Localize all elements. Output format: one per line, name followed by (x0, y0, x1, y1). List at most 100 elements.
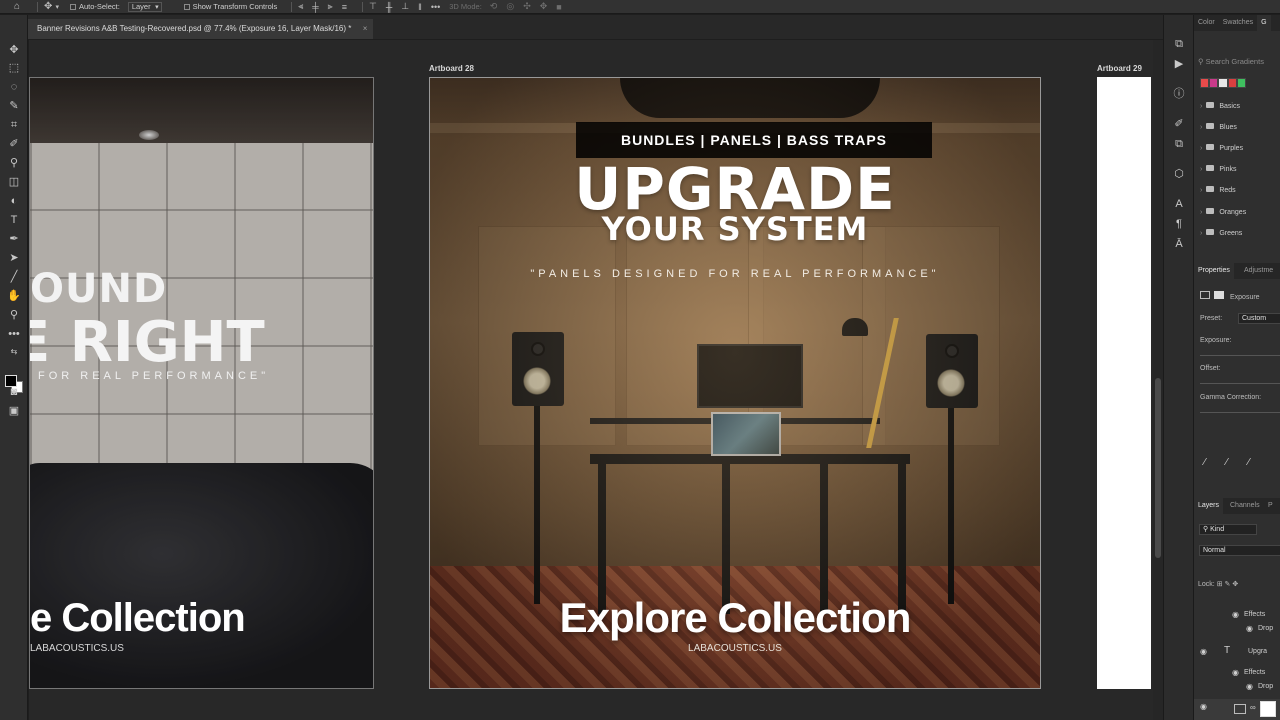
auto-select-checkbox[interactable]: Auto-Select: (69, 2, 120, 11)
artboard-28[interactable]: BUNDLES | PANELS | BASS TRAPS UPGRADE YO… (429, 77, 1041, 689)
quick-select-tool-icon[interactable]: ✎ (7, 99, 21, 113)
gamma-slider[interactable] (1200, 412, 1280, 413)
visibility-eye-icon[interactable]: ◉ (1246, 682, 1253, 691)
mask-icon[interactable] (1214, 291, 1224, 299)
3d-camera-icon[interactable]: ■ (556, 2, 561, 12)
gradient-swatch[interactable] (1236, 78, 1247, 88)
3d-orbit-icon[interactable]: ⟲ (490, 1, 498, 12)
foreground-color-swatch[interactable] (5, 375, 17, 387)
visibility-eye-icon[interactable]: ◉ (1200, 647, 1207, 656)
close-tab-icon[interactable]: × (363, 19, 368, 39)
gradient-folder-pinks[interactable]: › Pinks (1200, 165, 1236, 177)
auto-select-target-dropdown[interactable]: Layer (127, 1, 162, 12)
layer-filter-kind-dropdown[interactable]: ⚲ Kind (1199, 524, 1257, 535)
tab-color[interactable]: Color (1194, 15, 1219, 31)
gradient-swatch[interactable] (1227, 78, 1237, 88)
marquee-tool-icon[interactable]: ⬚ (7, 61, 21, 75)
gradient-swatch[interactable] (1200, 78, 1210, 88)
tab-adjustments[interactable]: Adjustme (1240, 263, 1277, 279)
zoom-tool-icon[interactable]: ⚲ (7, 308, 21, 322)
character-icon[interactable]: A (1172, 197, 1186, 211)
stamp-tool-icon[interactable]: ⚲ (7, 156, 21, 170)
brush-settings-icon[interactable]: ✐ (1172, 117, 1186, 131)
layer-effect-drop-shadow-row[interactable]: ◉ Drop (1194, 679, 1280, 697)
layer-mask-thumbnail[interactable] (1260, 701, 1276, 717)
actions-play-icon[interactable]: ▶ (1172, 57, 1186, 71)
swap-colors-icon[interactable]: ⇆ (7, 345, 21, 359)
gradient-swatch[interactable] (1218, 78, 1228, 88)
artboard-29[interactable] (1097, 77, 1151, 689)
chain-link-icon[interactable]: ∞ (1250, 703, 1256, 712)
line-tool-icon[interactable]: ╱ (7, 270, 21, 284)
3d-slide-icon[interactable]: ✥ (540, 1, 548, 12)
gradient-folder-purples[interactable]: › Purples (1200, 144, 1243, 156)
align-top-icon[interactable]: ⊤ (369, 1, 377, 12)
path-select-tool-icon[interactable]: ➤ (7, 251, 21, 265)
align-right-icon[interactable]: ⫸ (328, 1, 333, 12)
tab-paths[interactable]: P (1264, 498, 1277, 514)
home-icon[interactable]: ⌂ (14, 1, 23, 12)
hand-tool-icon[interactable]: ✋ (7, 289, 21, 303)
gradient-folder-blues[interactable]: › Blues (1200, 123, 1237, 135)
visibility-eye-icon[interactable]: ◉ (1232, 610, 1239, 619)
document-tab[interactable]: Banner Revisions A&B Testing-Recovered.p… (28, 19, 374, 39)
preset-dropdown[interactable]: Custom (1238, 313, 1280, 324)
move-tool-icon[interactable]: ✥ ▾ (44, 1, 62, 12)
dodge-tool-icon[interactable]: ◐ (7, 194, 21, 208)
align-bottom-icon[interactable]: ⊥ (401, 1, 409, 12)
type-tool-icon[interactable]: T (7, 213, 21, 227)
gray-point-eyedropper-icon[interactable]: ⁄ (1226, 457, 1228, 468)
gradient-swatch[interactable] (1209, 78, 1219, 88)
artboard-27[interactable]: OUND E RIGHT FOR REAL PERFORMANCE" e Col… (29, 77, 374, 689)
lock-paint-icon[interactable]: ✎ (1225, 581, 1231, 588)
distribute-vertical-icon[interactable]: ‖ (418, 2, 422, 12)
tab-swatches[interactable]: Swatches (1219, 15, 1257, 31)
tab-channels[interactable]: Channels (1226, 498, 1264, 514)
more-tools-icon[interactable]: ••• (7, 327, 21, 341)
artboard-29-label[interactable]: Artboard 29 (1097, 64, 1142, 73)
lock-pixels-icon[interactable]: ⊞ (1217, 581, 1223, 588)
quick-mask-icon[interactable]: ◙ (7, 385, 21, 399)
pen-tool-icon[interactable]: ✒ (7, 232, 21, 246)
canvas-vertical-scrollbar[interactable] (1153, 40, 1163, 720)
blend-mode-dropdown[interactable]: Normal (1199, 545, 1280, 556)
layer-effect-drop-shadow-row[interactable]: ◉ Drop (1194, 621, 1280, 639)
screen-mode-icon[interactable]: ▣ (7, 404, 21, 418)
layer-text-upgrade-row[interactable]: ◉ T Upgra (1194, 644, 1280, 662)
artboard-28-label[interactable]: Artboard 28 (429, 64, 474, 73)
lasso-tool-icon[interactable]: ◌ (7, 80, 21, 94)
crop-tool-icon[interactable]: ⌗ (7, 118, 21, 132)
3d-roll-icon[interactable]: ◎ (506, 1, 514, 12)
black-point-eyedropper-icon[interactable]: ⁄ (1204, 457, 1206, 468)
brush-tool-icon[interactable]: ✐ (7, 137, 21, 151)
gradient-folder-reds[interactable]: › Reds (1200, 186, 1236, 198)
layer-exposure-adjustment-row[interactable]: ◉ ∞ (1194, 699, 1280, 720)
scrollbar-thumb[interactable] (1155, 378, 1161, 558)
gradient-folder-basics[interactable]: › Basics (1200, 102, 1240, 114)
3d-icon[interactable]: ⬡ (1172, 167, 1186, 181)
gradient-folder-greens[interactable]: › Greens (1200, 229, 1242, 241)
canvas-area[interactable]: OUND E RIGHT FOR REAL PERFORMANCE" e Col… (29, 40, 1163, 720)
white-point-eyedropper-icon[interactable]: ⁄ (1248, 457, 1250, 468)
exposure-slider[interactable] (1200, 355, 1280, 356)
show-transform-controls-checkbox[interactable]: Show Transform Controls (183, 2, 277, 11)
align-middle-icon[interactable]: ╫ (386, 2, 392, 12)
history-icon[interactable]: ⧉ (1172, 37, 1186, 51)
visibility-eye-icon[interactable]: ◉ (1200, 702, 1207, 711)
tab-properties[interactable]: Properties (1194, 263, 1234, 279)
paragraph-icon[interactable]: ¶ (1172, 217, 1186, 231)
tab-layers[interactable]: Layers (1194, 498, 1224, 514)
align-center-icon[interactable]: ╪ (312, 2, 318, 12)
visibility-eye-icon[interactable]: ◉ (1246, 624, 1253, 633)
offset-slider[interactable] (1200, 383, 1280, 384)
brushes-icon[interactable]: ⧉ (1172, 137, 1186, 151)
lock-position-icon[interactable]: ✥ (1232, 581, 1238, 588)
align-left-icon[interactable]: ⫷ (298, 1, 303, 12)
eraser-tool-icon[interactable]: ◫ (7, 175, 21, 189)
gradient-folder-oranges[interactable]: › Oranges (1200, 208, 1246, 220)
recent-gradients[interactable] (1200, 78, 1247, 88)
move-tool-icon[interactable]: ✥ (7, 43, 21, 57)
more-options-icon[interactable]: ••• (431, 2, 440, 12)
3d-pan-icon[interactable]: ✣ (523, 1, 531, 12)
glyphs-icon[interactable]: Ā (1172, 237, 1186, 251)
